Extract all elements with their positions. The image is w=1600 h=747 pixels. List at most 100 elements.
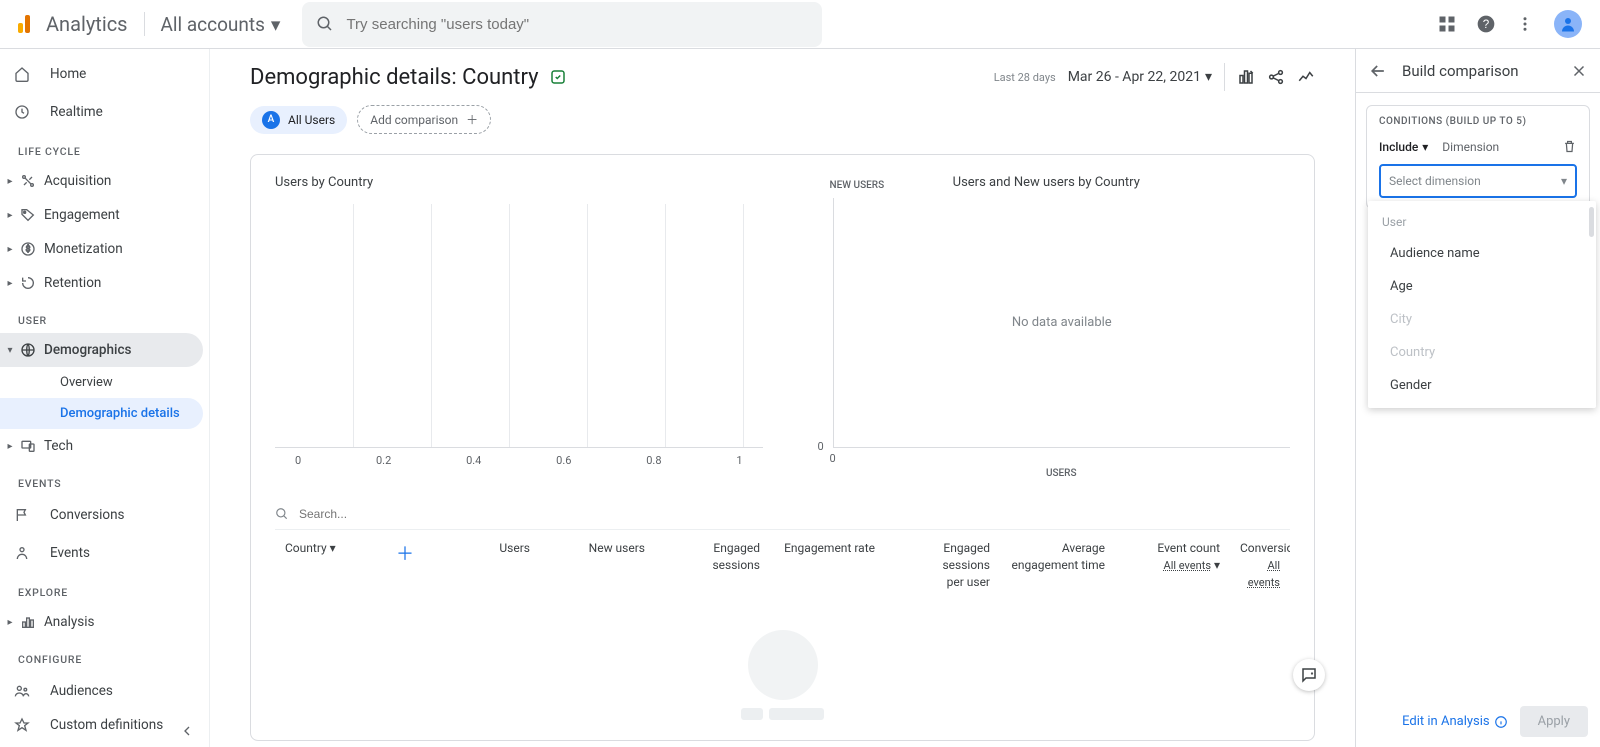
sidebar-label: Retention — [44, 275, 101, 291]
chevron-right-icon: ▸ — [4, 441, 16, 452]
tick: 0.8 — [646, 454, 661, 467]
sidebar-label: Audiences — [50, 683, 113, 699]
chart-title: Users by Country — [275, 175, 763, 190]
scrollbar[interactable] — [1589, 207, 1594, 237]
col-avg-engagement-time[interactable]: Averageengagement time — [1000, 540, 1115, 574]
ga-logo-icon — [18, 15, 30, 33]
account-picker[interactable]: All accounts ▾ — [161, 13, 281, 36]
sidebar-item-custom[interactable]: Custom definitions — [0, 710, 203, 740]
chart-users-newusers-by-country: Users and New users by Country NEW USERS… — [803, 175, 1291, 479]
insights-icon[interactable] — [1297, 68, 1315, 86]
sidebar-item-tech[interactable]: ▸ Tech — [0, 429, 203, 463]
add-comparison-chip[interactable]: Add comparison ＋ — [357, 105, 491, 134]
sidebar-item-audiences[interactable]: Audiences — [0, 672, 203, 710]
sidebar-item-demographics[interactable]: ▾ Demographics — [0, 333, 203, 367]
sidebar-item-monetization[interactable]: ▸ $ Monetization — [0, 232, 203, 266]
chart-users-by-country: Users by Country 0 0.2 0.4 0.6 — [275, 175, 763, 479]
chart-icon — [20, 614, 40, 630]
back-arrow-icon[interactable] — [1368, 61, 1388, 81]
tick: 0 — [830, 452, 836, 465]
chevron-left-icon — [179, 723, 195, 739]
chevron-right-icon: ▸ — [4, 244, 16, 255]
sidebar-item-conversions[interactable]: Conversions — [0, 496, 203, 534]
search-box[interactable] — [302, 2, 822, 47]
sidebar-label: Acquisition — [44, 173, 111, 189]
trash-icon[interactable] — [1562, 139, 1577, 154]
sidebar-label: Custom definitions — [50, 718, 163, 733]
sidebar-sub-demographic-details[interactable]: Demographic details — [0, 398, 203, 429]
customize-report-icon[interactable] — [1237, 68, 1255, 86]
dropdown-item-age[interactable]: Age — [1368, 270, 1596, 303]
sidebar-item-retention[interactable]: ▸ Retention — [0, 266, 203, 300]
person-icon — [14, 545, 34, 561]
search-icon — [275, 507, 289, 521]
table-search-input[interactable] — [299, 507, 1290, 521]
col-country[interactable]: Country ▾ — [275, 540, 385, 557]
collapse-sidebar-button[interactable] — [179, 723, 195, 739]
dollar-icon: $ — [20, 241, 40, 257]
acquisition-icon — [20, 173, 40, 189]
include-label: Include — [1379, 140, 1418, 154]
sidebar-item-realtime[interactable]: Realtime — [0, 93, 203, 131]
edit-in-analysis-button[interactable]: Edit in Analysis — [1402, 714, 1507, 729]
sidebar-item-home[interactable]: Home — [0, 55, 203, 93]
tick: 0 — [818, 440, 824, 453]
home-icon — [14, 66, 34, 82]
sidebar-item-engagement[interactable]: ▸ Engagement — [0, 198, 203, 232]
help-icon[interactable]: ? — [1476, 14, 1496, 34]
custom-icon — [14, 717, 34, 733]
col-conversions[interactable]: ConversionsAll events — [1230, 540, 1290, 590]
info-icon — [1494, 715, 1508, 729]
sidebar-item-analysis[interactable]: ▸ Analysis — [0, 605, 203, 639]
link-label: Edit in Analysis — [1402, 714, 1489, 729]
sidebar-item-admin[interactable]: Admin — [0, 740, 203, 747]
sidebar-label: Monetization — [44, 241, 123, 257]
sidebar-section-configure: CONFIGURE — [0, 639, 209, 672]
sidebar-item-acquisition[interactable]: ▸ Acquisition — [0, 164, 203, 198]
topbar-actions: ? — [1438, 10, 1582, 38]
select-dimension-dropdown[interactable]: Select dimension ▾ — [1379, 164, 1577, 198]
conversions-filter-dropdown[interactable]: All events — [1248, 559, 1280, 589]
search-input[interactable] — [346, 16, 808, 33]
chevron-right-icon: ▸ — [4, 210, 16, 221]
date-hint: Last 28 days — [994, 71, 1056, 84]
sidebar-section-lifecycle: LIFE CYCLE — [0, 131, 209, 164]
panel-title: Build comparison — [1402, 62, 1556, 80]
sidebar-label: Realtime — [50, 104, 103, 120]
col-users[interactable]: Users — [425, 540, 540, 557]
panel-footer: Edit in Analysis Apply — [1356, 696, 1600, 747]
close-icon[interactable] — [1570, 62, 1588, 80]
apps-icon[interactable] — [1438, 15, 1456, 33]
tick: 1 — [736, 454, 742, 467]
col-new-users[interactable]: New users — [540, 540, 655, 557]
sidebar-item-events[interactable]: Events — [0, 534, 203, 572]
dimension-dropdown-menu: User Audience name Age City Country Gend… — [1368, 201, 1596, 408]
main-content: Demographic details: Country Last 28 day… — [210, 49, 1355, 747]
col-engaged-per-user[interactable]: Engaged sessionsper user — [885, 540, 1000, 590]
chip-label: All Users — [288, 113, 335, 127]
event-filter-dropdown[interactable]: All events — [1164, 559, 1211, 572]
col-engaged-sessions[interactable]: Engaged sessions — [655, 540, 770, 574]
add-dimension-button[interactable]: ＋ — [385, 540, 425, 566]
chip-all-users[interactable]: A All Users — [250, 106, 347, 134]
share-icon[interactable] — [1267, 68, 1285, 86]
sidebar-sub-overview[interactable]: Overview — [0, 367, 203, 398]
col-engagement-rate[interactable]: Engagement rate — [770, 540, 885, 557]
include-exclude-dropdown[interactable]: Include ▾ — [1379, 140, 1428, 154]
col-event-count[interactable]: Event countAll events ▾ — [1115, 540, 1230, 574]
x-axis-label: USERS — [833, 468, 1291, 479]
dropdown-item-audience-name[interactable]: Audience name — [1368, 237, 1596, 270]
chip-label: Add comparison — [370, 113, 458, 127]
feedback-button[interactable] — [1293, 659, 1325, 691]
no-data-message: No data available — [1012, 315, 1112, 330]
page-title: Demographic details: Country — [250, 65, 539, 90]
account-avatar[interactable] — [1554, 10, 1582, 38]
topbar: Analytics All accounts ▾ ? — [0, 0, 1600, 49]
conditions-label: CONDITIONS (BUILD UP TO 5) — [1367, 106, 1589, 133]
dropdown-item-gender[interactable]: Gender — [1368, 369, 1596, 402]
svg-text:?: ? — [1483, 18, 1490, 31]
date-range-picker[interactable]: Mar 26 - Apr 22, 2021 ▾ — [1068, 69, 1212, 85]
chevron-down-icon: ▾ — [1561, 174, 1567, 188]
comparison-chips: A All Users Add comparison ＋ — [250, 105, 1315, 134]
more-vert-icon[interactable] — [1516, 15, 1534, 33]
